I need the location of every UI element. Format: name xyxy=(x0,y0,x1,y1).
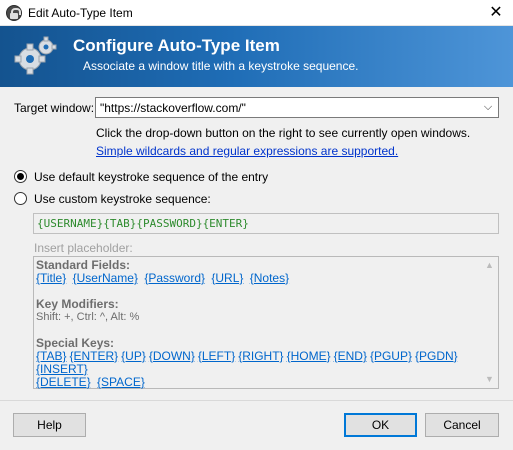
placeholder-link[interactable]: {SPACE} xyxy=(97,375,145,389)
custom-sequence-label[interactable]: Use custom keystroke sequence: xyxy=(34,192,211,206)
target-window-hint: Click the drop-down button on the right … xyxy=(96,126,471,140)
key-modifiers-heading: Key Modifiers: xyxy=(36,297,119,311)
placeholder-link[interactable]: {UP} xyxy=(121,349,146,363)
footer-separator xyxy=(0,400,513,401)
placeholder-link[interactable]: {DOWN} xyxy=(149,349,195,363)
placeholder-link[interactable]: {PGUP} xyxy=(370,349,412,363)
target-window-combobox[interactable]: "https://stackoverflow.com/" ⌵ xyxy=(95,97,499,118)
cancel-button[interactable]: Cancel xyxy=(425,413,499,437)
window-title: Edit Auto-Type Item xyxy=(28,6,133,20)
title-bar: Edit Auto-Type Item ✕ xyxy=(0,0,513,26)
default-sequence-label[interactable]: Use default keystroke sequence of the en… xyxy=(34,170,268,184)
placeholder-link[interactable]: {DELETE} xyxy=(36,375,91,389)
placeholder-link[interactable]: {ENTER} xyxy=(69,349,118,363)
default-sequence-radio[interactable] xyxy=(14,170,27,183)
placeholder-link[interactable]: {Password} xyxy=(144,271,205,285)
dialog-heading: Configure Auto-Type Item xyxy=(73,36,280,55)
keystroke-sequence-text[interactable]: {USERNAME}{TAB}{PASSWORD}{ENTER} xyxy=(37,217,249,230)
placeholder-link[interactable]: {UserName} xyxy=(73,271,138,285)
placeholder-link[interactable]: {LEFT} xyxy=(198,349,235,363)
help-button[interactable]: Help xyxy=(13,413,86,437)
close-icon[interactable]: ✕ xyxy=(479,0,513,26)
placeholder-link[interactable]: {INSERT} xyxy=(36,362,88,376)
placeholder-scrollbar[interactable]: ▲ ▼ xyxy=(481,257,498,388)
placeholder-link[interactable]: {HOME} xyxy=(287,349,331,363)
placeholder-link[interactable]: {Notes} xyxy=(250,271,289,285)
scroll-up-icon[interactable]: ▲ xyxy=(481,257,498,274)
placeholder-link[interactable]: {URL} xyxy=(211,271,243,285)
special-keys-list: {TAB} {ENTER} {UP} {DOWN} {LEFT} {RIGHT} {HOME… xyxy=(36,350,481,376)
custom-sequence-radio[interactable] xyxy=(14,192,27,205)
insert-placeholder-label: Insert placeholder: xyxy=(34,241,133,255)
keystroke-sequence-field[interactable]: {USERNAME}{TAB}{PASSWORD}{ENTER} xyxy=(33,213,499,234)
placeholder-link[interactable]: {PGDN} xyxy=(415,349,458,363)
dialog-subheading: Associate a window title with a keystrok… xyxy=(83,59,359,73)
ok-button[interactable]: OK xyxy=(344,413,417,437)
key-modifiers-text: Shift: +, Ctrl: ^, Alt: % xyxy=(36,311,140,323)
target-window-label: Target window: xyxy=(14,101,95,115)
placeholder-link[interactable]: {Title} xyxy=(36,271,66,285)
gears-icon xyxy=(14,36,57,75)
placeholder-panel: Standard Fields: {Title} {UserName} {Pas… xyxy=(33,256,499,389)
standard-fields-list: {Title} {UserName} {Password} {URL} {Not… xyxy=(36,272,481,285)
wildcards-help-link[interactable]: Simple wildcards and regular expressions… xyxy=(96,144,398,158)
placeholder-link[interactable]: {RIGHT} xyxy=(238,349,283,363)
placeholder-link[interactable]: {END} xyxy=(334,349,367,363)
special-keys-list-2: {DELETE} {SPACE} xyxy=(36,376,481,389)
target-window-value[interactable]: "https://stackoverflow.com/" xyxy=(100,101,246,115)
keepass-lock-icon xyxy=(6,5,22,21)
header-banner: Configure Auto-Type Item Associate a win… xyxy=(0,26,513,87)
placeholder-link[interactable]: {TAB} xyxy=(36,349,66,363)
chevron-down-icon[interactable]: ⌵ xyxy=(478,98,498,117)
scroll-down-icon[interactable]: ▼ xyxy=(481,371,498,388)
